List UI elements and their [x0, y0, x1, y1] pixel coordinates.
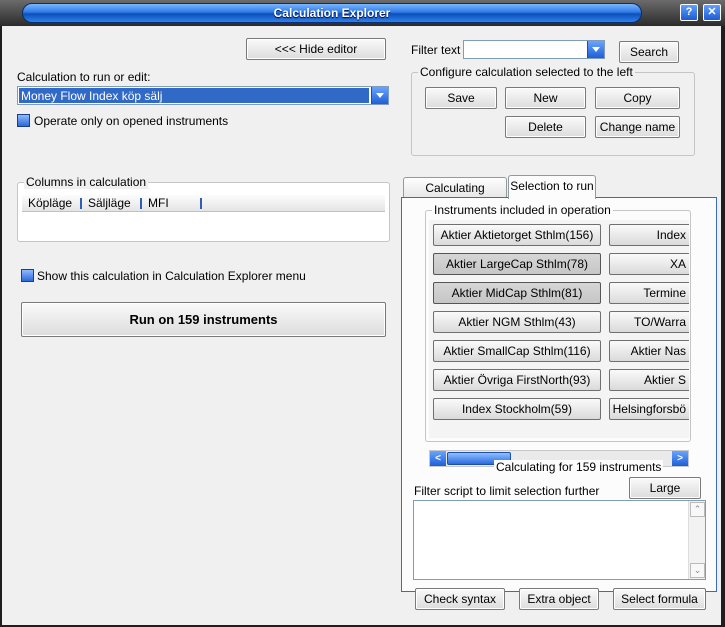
- instrument-button[interactable]: Aktier LargeCap Sthlm(78): [433, 253, 601, 275]
- scroll-up-icon[interactable]: ⌃: [690, 502, 705, 517]
- show-in-menu-checkbox[interactable]: [21, 269, 34, 282]
- instrument-button[interactable]: Aktier Nas: [609, 340, 689, 362]
- filter-text-value: [464, 41, 586, 58]
- calculation-select[interactable]: Money Flow Index köp sälj: [17, 86, 389, 105]
- change-name-button[interactable]: Change name: [595, 116, 680, 138]
- operate-opened-checkbox[interactable]: [17, 114, 30, 127]
- column-header[interactable]: Köpläge: [22, 195, 82, 212]
- run-button[interactable]: Run on 159 instruments: [21, 302, 386, 337]
- hide-editor-button[interactable]: <<< Hide editor: [246, 38, 386, 60]
- instrument-button[interactable]: Index Stockholm(59): [433, 398, 601, 420]
- operate-opened-label: Operate only on opened instruments: [34, 114, 229, 128]
- scroll-left-icon[interactable]: <: [430, 451, 446, 466]
- configure-groupbox: Configure calculation selected to the le…: [411, 65, 695, 156]
- filter-text-label: Filter text: [411, 43, 461, 57]
- instruments-area: Aktier Aktietorget Sthlm(156) Aktier Lar…: [429, 220, 689, 438]
- scroll-right-icon[interactable]: >: [672, 451, 688, 466]
- instrument-button[interactable]: Aktier SmallCap Sthlm(116): [433, 340, 601, 362]
- calculation-explorer-window: Calculation Explorer ? ✕ <<< Hide editor…: [0, 0, 725, 627]
- tab-calculating-columns[interactable]: Calculating columns: [403, 177, 507, 215]
- check-syntax-button[interactable]: Check syntax: [415, 588, 505, 610]
- instrument-button[interactable]: XA: [609, 253, 689, 275]
- column-header[interactable]: Säljläge: [82, 195, 142, 212]
- filter-script-vscrollbar[interactable]: ⌃ ⌄: [688, 501, 705, 579]
- tab-selection-to-run[interactable]: Selection to run: [508, 175, 596, 199]
- copy-button[interactable]: Copy: [595, 87, 680, 109]
- instrument-button[interactable]: Termine: [609, 282, 689, 304]
- delete-button[interactable]: Delete: [505, 116, 586, 138]
- calculation-select-value: Money Flow Index köp sälj: [19, 88, 369, 103]
- instrument-button[interactable]: Index: [609, 224, 689, 246]
- instrument-button[interactable]: Aktier Aktietorget Sthlm(156): [433, 224, 601, 246]
- instrument-button[interactable]: Aktier NGM Sthlm(43): [433, 311, 601, 333]
- title-bar[interactable]: Calculation Explorer ? ✕: [0, 0, 725, 26]
- save-button[interactable]: Save: [425, 87, 497, 109]
- help-button[interactable]: ?: [680, 4, 698, 21]
- instrument-button[interactable]: Helsingforsbö: [609, 398, 689, 420]
- filter-text-input[interactable]: [463, 40, 605, 59]
- show-in-menu-label: Show this calculation in Calculation Exp…: [37, 269, 306, 283]
- configure-title: Configure calculation selected to the le…: [418, 65, 635, 79]
- close-button[interactable]: ✕: [703, 4, 721, 21]
- window-title: Calculation Explorer: [22, 3, 642, 23]
- instrument-button[interactable]: Aktier MidCap Sthlm(81): [433, 282, 601, 304]
- columns-header: Köpläge Säljläge MFI: [22, 195, 385, 212]
- columns-title: Columns in calculation: [24, 175, 149, 189]
- filter-script-textarea[interactable]: ⌃ ⌄: [413, 500, 706, 580]
- columns-groupbox: Columns in calculation Köpläge Säljläge …: [17, 175, 390, 242]
- client-area: <<< Hide editor Calculation to run or ed…: [2, 26, 721, 625]
- instrument-button[interactable]: TO/Warra: [609, 311, 689, 333]
- calculating-status: Calculating for 159 instruments: [494, 460, 664, 474]
- scroll-down-icon[interactable]: ⌄: [690, 563, 705, 578]
- instrument-button[interactable]: Aktier S: [609, 369, 689, 391]
- column-header[interactable]: MFI: [142, 195, 202, 212]
- chevron-down-icon[interactable]: [371, 87, 388, 104]
- calculation-label: Calculation to run or edit:: [17, 70, 151, 84]
- large-button[interactable]: Large: [629, 477, 701, 499]
- instruments-title: Instruments included in operation: [432, 203, 613, 217]
- new-button[interactable]: New: [505, 87, 586, 109]
- extra-object-button[interactable]: Extra object: [519, 588, 599, 610]
- filter-script-label: Filter script to limit selection further: [414, 484, 600, 498]
- select-formula-button[interactable]: Select formula: [613, 588, 706, 610]
- chevron-down-icon[interactable]: [587, 41, 604, 58]
- selection-tab-panel: Instruments included in operation Aktier…: [401, 197, 717, 610]
- instrument-button[interactable]: Aktier Övriga FirstNorth(93): [433, 369, 601, 391]
- search-button[interactable]: Search: [619, 41, 679, 63]
